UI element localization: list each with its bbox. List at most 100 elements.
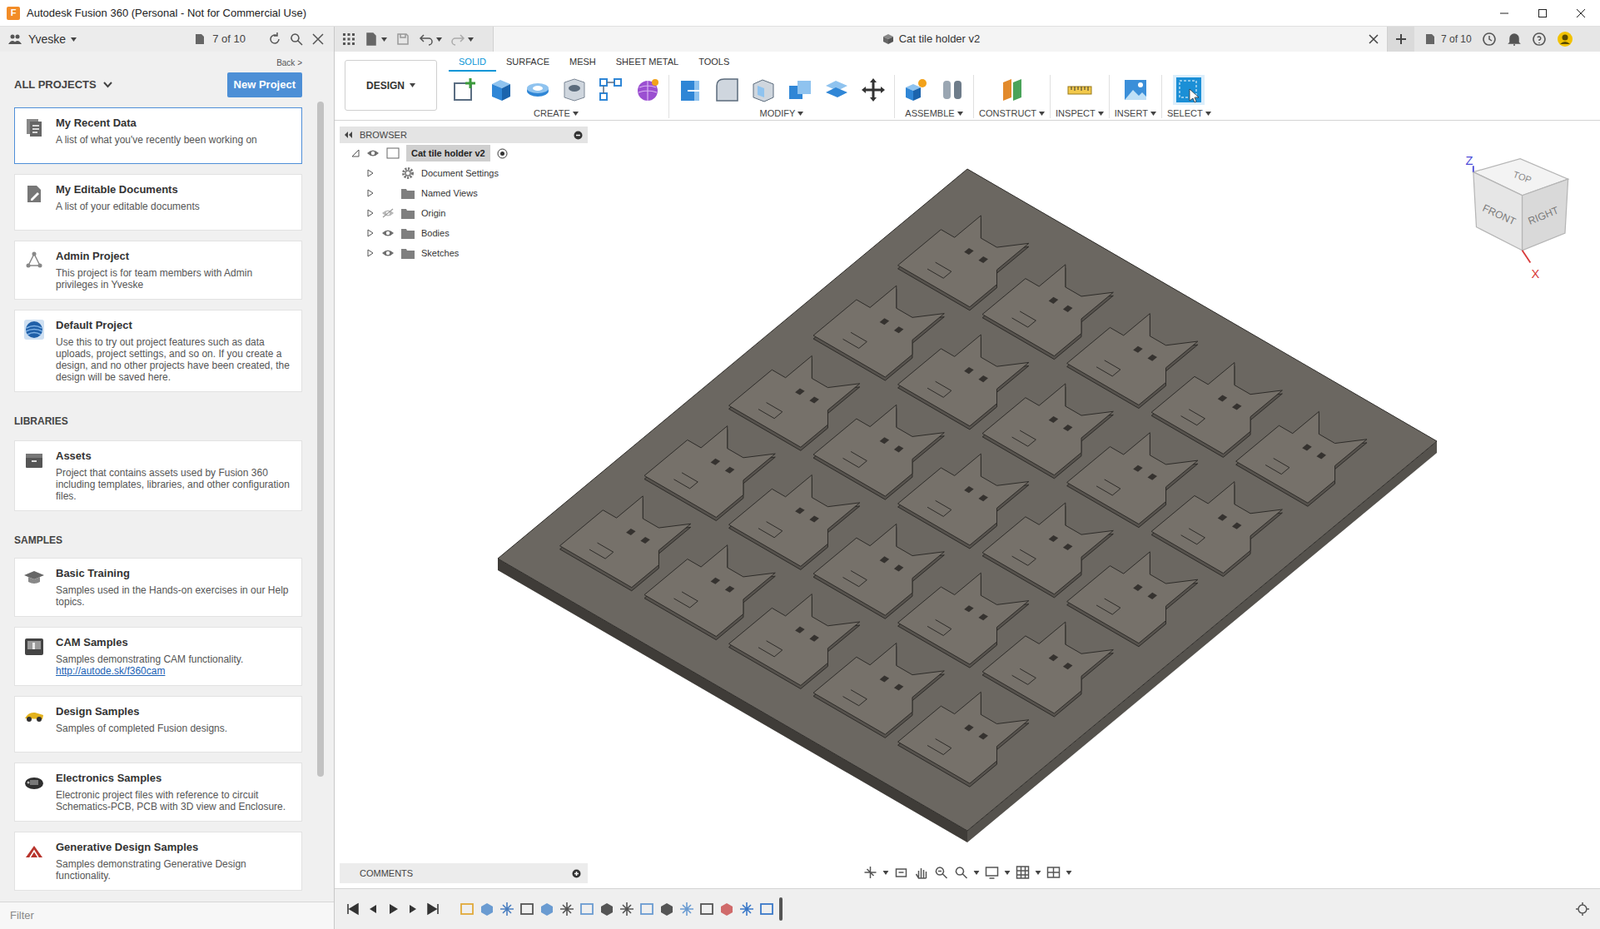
shell-tool-icon[interactable]	[749, 75, 778, 105]
tool-group-label[interactable]: SELECT	[1167, 106, 1212, 121]
apps-grid-icon[interactable]	[342, 32, 356, 46]
pattern-tool-icon[interactable]	[596, 75, 626, 105]
eye-icon[interactable]	[381, 228, 395, 239]
maximize-button[interactable]	[1523, 0, 1562, 26]
expand-icon[interactable]	[366, 248, 375, 258]
offset-tool-icon[interactable]	[822, 75, 851, 105]
tool-group-label[interactable]: INSERT	[1114, 106, 1157, 121]
first-step-icon[interactable]	[346, 902, 360, 916]
filter-field[interactable]: Filter	[0, 901, 334, 929]
timeline-feature-icon[interactable]	[499, 901, 515, 917]
tool-button[interactable]	[710, 74, 743, 105]
project-card[interactable]: CAM SamplesSamples demonstrating CAM fun…	[14, 626, 303, 686]
sketch-tool-icon[interactable]	[450, 75, 479, 105]
pan-icon[interactable]	[914, 864, 930, 880]
refresh-icon[interactable]	[267, 31, 283, 47]
tool-button[interactable]	[448, 74, 481, 105]
grid-icon[interactable]	[1015, 864, 1031, 880]
job-status-icon[interactable]	[1481, 31, 1497, 47]
previous-step-icon[interactable]	[366, 902, 380, 916]
tool-button[interactable]	[936, 74, 969, 105]
tool-button[interactable]	[996, 74, 1029, 105]
eye-icon[interactable]	[381, 248, 395, 259]
tool-button[interactable]	[485, 74, 517, 105]
hole-tool-icon[interactable]	[560, 75, 589, 105]
tool-button[interactable]	[784, 74, 816, 105]
card-link[interactable]: http://autode.sk/f360cam	[55, 665, 244, 677]
zoom-icon[interactable]	[934, 864, 950, 880]
document-tab[interactable]: Cat tile holder v2	[492, 26, 1388, 52]
timeline-feature-icon[interactable]	[539, 901, 555, 917]
projects-dropdown[interactable]: ALL PROJECTS	[14, 76, 113, 94]
toolbar-tab[interactable]: TOOLS	[688, 54, 740, 73]
component-tool-icon[interactable]	[901, 75, 930, 105]
expand-icon[interactable]	[366, 188, 375, 198]
tool-button[interactable]	[558, 74, 591, 105]
close-button[interactable]	[1561, 0, 1600, 26]
project-card[interactable]: Basic TrainingSamples used in the Hands-…	[14, 557, 303, 617]
new-project-button[interactable]: New Project	[227, 72, 303, 98]
tool-group-label[interactable]: CREATE	[533, 106, 579, 121]
timeline-feature-icon[interactable]	[619, 901, 635, 917]
measure-tool-icon[interactable]	[1065, 75, 1094, 105]
viewcube-front[interactable]: FRONT	[1480, 202, 1519, 229]
back-link[interactable]: Back >	[276, 56, 303, 70]
timeline-feature-icon[interactable]	[739, 901, 755, 917]
close-panel-icon[interactable]	[310, 31, 326, 47]
scrollbar[interactable]	[317, 51, 324, 902]
project-card[interactable]: Default ProjectUse this to try out proje…	[14, 309, 303, 393]
display-settings-icon[interactable]	[984, 864, 1000, 880]
toolbar-tab[interactable]: MESH	[559, 54, 607, 73]
new-tab-button[interactable]	[1387, 26, 1415, 52]
look-at-icon[interactable]	[894, 864, 910, 880]
tool-group-label[interactable]: INSPECT	[1055, 106, 1104, 121]
fit-icon[interactable]	[954, 864, 969, 880]
workspace-switcher[interactable]: DESIGN	[344, 59, 438, 111]
tool-button[interactable]	[521, 74, 554, 105]
user-avatar-icon[interactable]	[1556, 30, 1574, 48]
activate-icon[interactable]	[496, 148, 508, 160]
plus-circle-icon[interactable]	[571, 869, 582, 879]
move-tool-icon[interactable]	[859, 75, 888, 105]
search-icon[interactable]	[288, 31, 304, 47]
tool-button[interactable]	[820, 74, 853, 105]
tool-group-label[interactable]: ASSEMBLE	[904, 106, 963, 121]
minimize-button[interactable]	[1485, 0, 1524, 26]
timeline-feature-icon[interactable]	[659, 901, 675, 917]
tool-button[interactable]	[1063, 74, 1096, 105]
tool-button[interactable]	[595, 74, 627, 105]
last-step-icon[interactable]	[426, 902, 440, 916]
viewcube-top[interactable]: TOP	[1511, 168, 1533, 185]
browser-item[interactable]: Document Settings	[339, 163, 588, 184]
save-icon[interactable]	[395, 31, 411, 47]
timeline-feature-icon[interactable]	[559, 901, 575, 917]
scrollbar-thumb[interactable]	[317, 101, 324, 777]
timeline-feature-icon[interactable]	[699, 901, 715, 917]
box-tool-icon[interactable]	[486, 75, 516, 105]
select-tool-icon[interactable]	[1174, 75, 1203, 105]
project-card[interactable]: AssetsProject that contains assets used …	[14, 440, 303, 512]
joint-tool-icon[interactable]	[938, 75, 967, 105]
orbit-icon[interactable]	[863, 864, 879, 880]
tool-button[interactable]	[1172, 74, 1205, 105]
close-tab-icon[interactable]	[1368, 34, 1379, 45]
project-card[interactable]: Admin ProjectThis project is for team me…	[14, 240, 303, 300]
revolve-tool-icon[interactable]	[523, 75, 552, 105]
expand-icon[interactable]	[366, 228, 375, 238]
model-viewport[interactable]	[334, 120, 1600, 889]
timeline-feature-icon[interactable]	[459, 901, 475, 917]
image-tool-icon[interactable]	[1121, 75, 1150, 105]
browser-item[interactable]: Named Views	[339, 183, 588, 204]
timeline-feature-icon[interactable]	[599, 901, 615, 917]
project-card[interactable]: Design SamplesSamples of completed Fusio…	[14, 695, 303, 753]
toolbar-tab[interactable]: SOLID	[448, 54, 497, 73]
project-card[interactable]: Electronics SamplesElectronic project fi…	[14, 762, 303, 822]
tool-button[interactable]	[899, 74, 932, 105]
tool-button[interactable]	[747, 74, 780, 105]
redo-icon[interactable]	[450, 31, 466, 47]
timeline-settings-icon[interactable]	[1575, 901, 1591, 917]
toolbar-tab[interactable]: SURFACE	[496, 54, 560, 73]
undo-icon[interactable]	[418, 31, 434, 47]
press-tool-icon[interactable]	[675, 75, 705, 105]
browser-item[interactable]: Sketches	[339, 243, 588, 264]
